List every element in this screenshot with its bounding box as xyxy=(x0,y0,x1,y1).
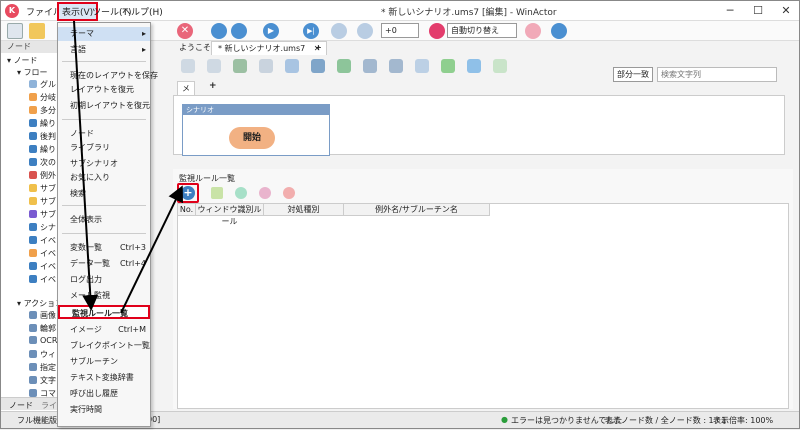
annotation-arrows xyxy=(73,20,183,314)
arrow-view-to-rule xyxy=(73,20,99,311)
winactor-window: K ファイル(F) 表示(V) ツール(T) ヘルプ(H) * 新しいシナリオ.… xyxy=(0,0,800,429)
arrow-rule-to-add xyxy=(120,185,183,314)
